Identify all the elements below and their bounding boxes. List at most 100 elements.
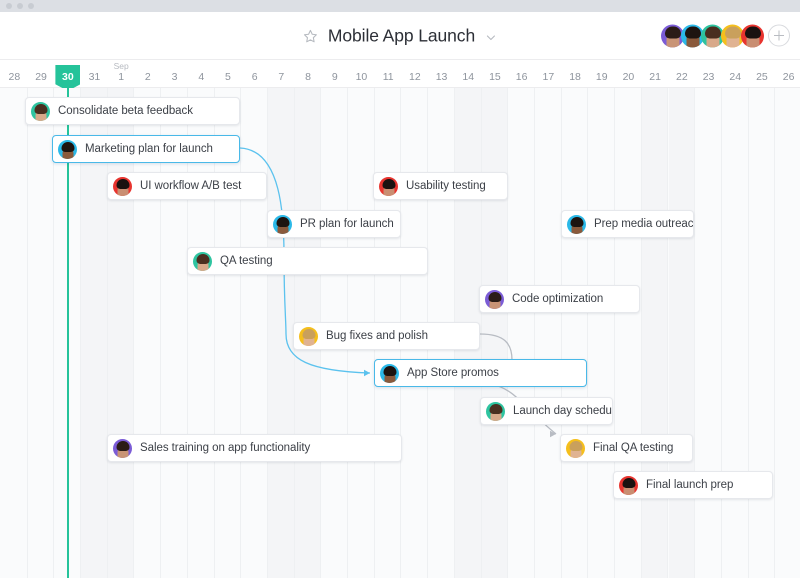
ruler-day-tick[interactable]: 7 bbox=[268, 60, 295, 88]
grid-day-column bbox=[749, 88, 776, 578]
task-assignee-avatar[interactable] bbox=[299, 327, 318, 346]
task-bar-bug-fixes-and-polish[interactable]: Bug fixes and polish bbox=[293, 322, 480, 350]
ruler-day-number: 2 bbox=[135, 71, 162, 83]
ruler-day-tick[interactable]: 8 bbox=[295, 60, 322, 88]
ruler-day-number: 8 bbox=[295, 71, 322, 83]
task-label: Consolidate beta feedback bbox=[58, 105, 193, 117]
task-assignee-avatar[interactable] bbox=[193, 252, 212, 271]
grid-day-column bbox=[28, 88, 55, 578]
task-assignee-avatar[interactable] bbox=[567, 215, 586, 234]
task-assignee-avatar[interactable] bbox=[113, 439, 132, 458]
task-assignee-avatar[interactable] bbox=[380, 364, 399, 383]
ruler-day-tick[interactable]: 25 bbox=[749, 60, 776, 88]
task-assignee-avatar[interactable] bbox=[58, 140, 77, 159]
ruler-day-tick[interactable]: 18 bbox=[562, 60, 589, 88]
add-member-plus-icon[interactable] bbox=[768, 25, 790, 47]
project-title-group: Mobile App Launch bbox=[303, 25, 497, 46]
window-dot-minimize[interactable] bbox=[17, 3, 23, 9]
task-assignee-avatar[interactable] bbox=[379, 177, 398, 196]
avatar-hair bbox=[745, 26, 761, 38]
ruler-day-number: 22 bbox=[669, 71, 696, 83]
ruler-day-tick[interactable]: 10 bbox=[348, 60, 375, 88]
grid-day-column bbox=[482, 88, 509, 578]
star-outline-icon[interactable] bbox=[303, 28, 318, 43]
ruler-day-tick[interactable]: 6 bbox=[241, 60, 268, 88]
avatar-hair bbox=[570, 217, 583, 227]
task-bar-launch-day-schedule[interactable]: Launch day schedule bbox=[480, 397, 613, 425]
task-assignee-avatar[interactable] bbox=[485, 290, 504, 309]
ruler-day-tick[interactable]: 22 bbox=[669, 60, 696, 88]
ruler-day-tick[interactable]: 26 bbox=[775, 60, 800, 88]
task-bar-usability-testing[interactable]: Usability testing bbox=[373, 172, 508, 200]
ruler-day-tick[interactable]: 3 bbox=[161, 60, 188, 88]
task-bar-ui-workflow-ab-test[interactable]: UI workflow A/B test bbox=[107, 172, 267, 200]
ruler-day-number: 18 bbox=[562, 71, 589, 83]
task-bar-app-store-promos[interactable]: App Store promos bbox=[374, 359, 587, 387]
window-dot-maximize[interactable] bbox=[28, 3, 34, 9]
avatar-hair bbox=[569, 441, 582, 451]
ruler-day-tick[interactable]: 31 bbox=[81, 60, 108, 88]
chevron-down-icon[interactable] bbox=[485, 31, 497, 43]
task-bar-code-optimization[interactable]: Code optimization bbox=[479, 285, 640, 313]
task-assignee-avatar[interactable] bbox=[566, 439, 585, 458]
task-bar-sales-training-on-app-functionality[interactable]: Sales training on app functionality bbox=[107, 434, 402, 462]
task-assignee-avatar[interactable] bbox=[31, 102, 50, 121]
grid-day-column bbox=[241, 88, 268, 578]
grid-day-column bbox=[669, 88, 696, 578]
ruler-day-number: 23 bbox=[695, 71, 722, 83]
timeline-date-ruler[interactable]: 28293031Sep12345678910111213141516171819… bbox=[0, 60, 800, 88]
ruler-day-tick[interactable]: 4 bbox=[188, 60, 215, 88]
ruler-day-tick[interactable]: 20 bbox=[615, 60, 642, 88]
ruler-day-number: 10 bbox=[348, 71, 375, 83]
ruler-day-tick[interactable]: 2 bbox=[135, 60, 162, 88]
avatar-hair bbox=[489, 404, 502, 414]
task-bar-final-qa-testing[interactable]: Final QA testing bbox=[560, 434, 693, 462]
grid-day-column bbox=[268, 88, 295, 578]
task-assignee-avatar[interactable] bbox=[486, 402, 505, 421]
grid-day-column bbox=[1, 88, 28, 578]
ruler-day-number: 14 bbox=[455, 71, 482, 83]
ruler-day-tick[interactable]: 19 bbox=[588, 60, 615, 88]
ruler-day-number: 20 bbox=[615, 71, 642, 83]
ruler-day-number: 26 bbox=[775, 71, 800, 83]
task-bar-consolidate-beta-feedback[interactable]: Consolidate beta feedback bbox=[25, 97, 240, 125]
task-bar-final-launch-prep[interactable]: Final launch prep bbox=[613, 471, 773, 499]
avatar-hair bbox=[622, 478, 635, 488]
window-dot-close[interactable] bbox=[6, 3, 12, 9]
ruler-day-tick[interactable]: 11 bbox=[375, 60, 402, 88]
grid-day-column bbox=[615, 88, 642, 578]
avatar-hair bbox=[196, 254, 209, 264]
ruler-day-tick[interactable]: 23 bbox=[695, 60, 722, 88]
task-assignee-avatar[interactable] bbox=[619, 476, 638, 495]
task-label: Marketing plan for launch bbox=[85, 143, 213, 155]
task-label: Final QA testing bbox=[593, 442, 673, 454]
grid-day-column bbox=[775, 88, 800, 578]
avatar-member-5[interactable] bbox=[741, 24, 764, 47]
task-assignee-avatar[interactable] bbox=[113, 177, 132, 196]
ruler-day-tick[interactable]: 5 bbox=[215, 60, 242, 88]
task-label: Final launch prep bbox=[646, 479, 733, 491]
ruler-day-tick[interactable]: 14 bbox=[455, 60, 482, 88]
avatar-hair bbox=[685, 26, 701, 38]
task-bar-marketing-plan-for-launch[interactable]: Marketing plan for launch bbox=[52, 135, 240, 163]
task-bar-qa-testing[interactable]: QA testing bbox=[187, 247, 428, 275]
ruler-day-tick[interactable]: Sep1 bbox=[108, 60, 135, 88]
ruler-day-tick[interactable]: 29 bbox=[28, 60, 55, 88]
ruler-day-tick[interactable]: 15 bbox=[482, 60, 509, 88]
page-title: Mobile App Launch bbox=[328, 25, 475, 46]
task-bar-pr-plan-for-launch[interactable]: PR plan for launch bbox=[267, 210, 401, 238]
ruler-day-tick[interactable]: 17 bbox=[535, 60, 562, 88]
ruler-day-number: 7 bbox=[268, 71, 295, 83]
ruler-day-tick[interactable]: 12 bbox=[402, 60, 429, 88]
ruler-day-tick[interactable]: 9 bbox=[321, 60, 348, 88]
ruler-day-tick[interactable]: 13 bbox=[428, 60, 455, 88]
ruler-day-tick[interactable]: 16 bbox=[508, 60, 535, 88]
avatar-hair bbox=[705, 26, 721, 38]
ruler-day-tick[interactable]: 28 bbox=[1, 60, 28, 88]
task-assignee-avatar[interactable] bbox=[273, 215, 292, 234]
task-bar-prep-media-outreach[interactable]: Prep media outreach bbox=[561, 210, 694, 238]
avatar-hair bbox=[488, 292, 501, 302]
task-label: Code optimization bbox=[512, 293, 603, 305]
ruler-day-tick[interactable]: 21 bbox=[642, 60, 669, 88]
ruler-day-tick[interactable]: 24 bbox=[722, 60, 749, 88]
